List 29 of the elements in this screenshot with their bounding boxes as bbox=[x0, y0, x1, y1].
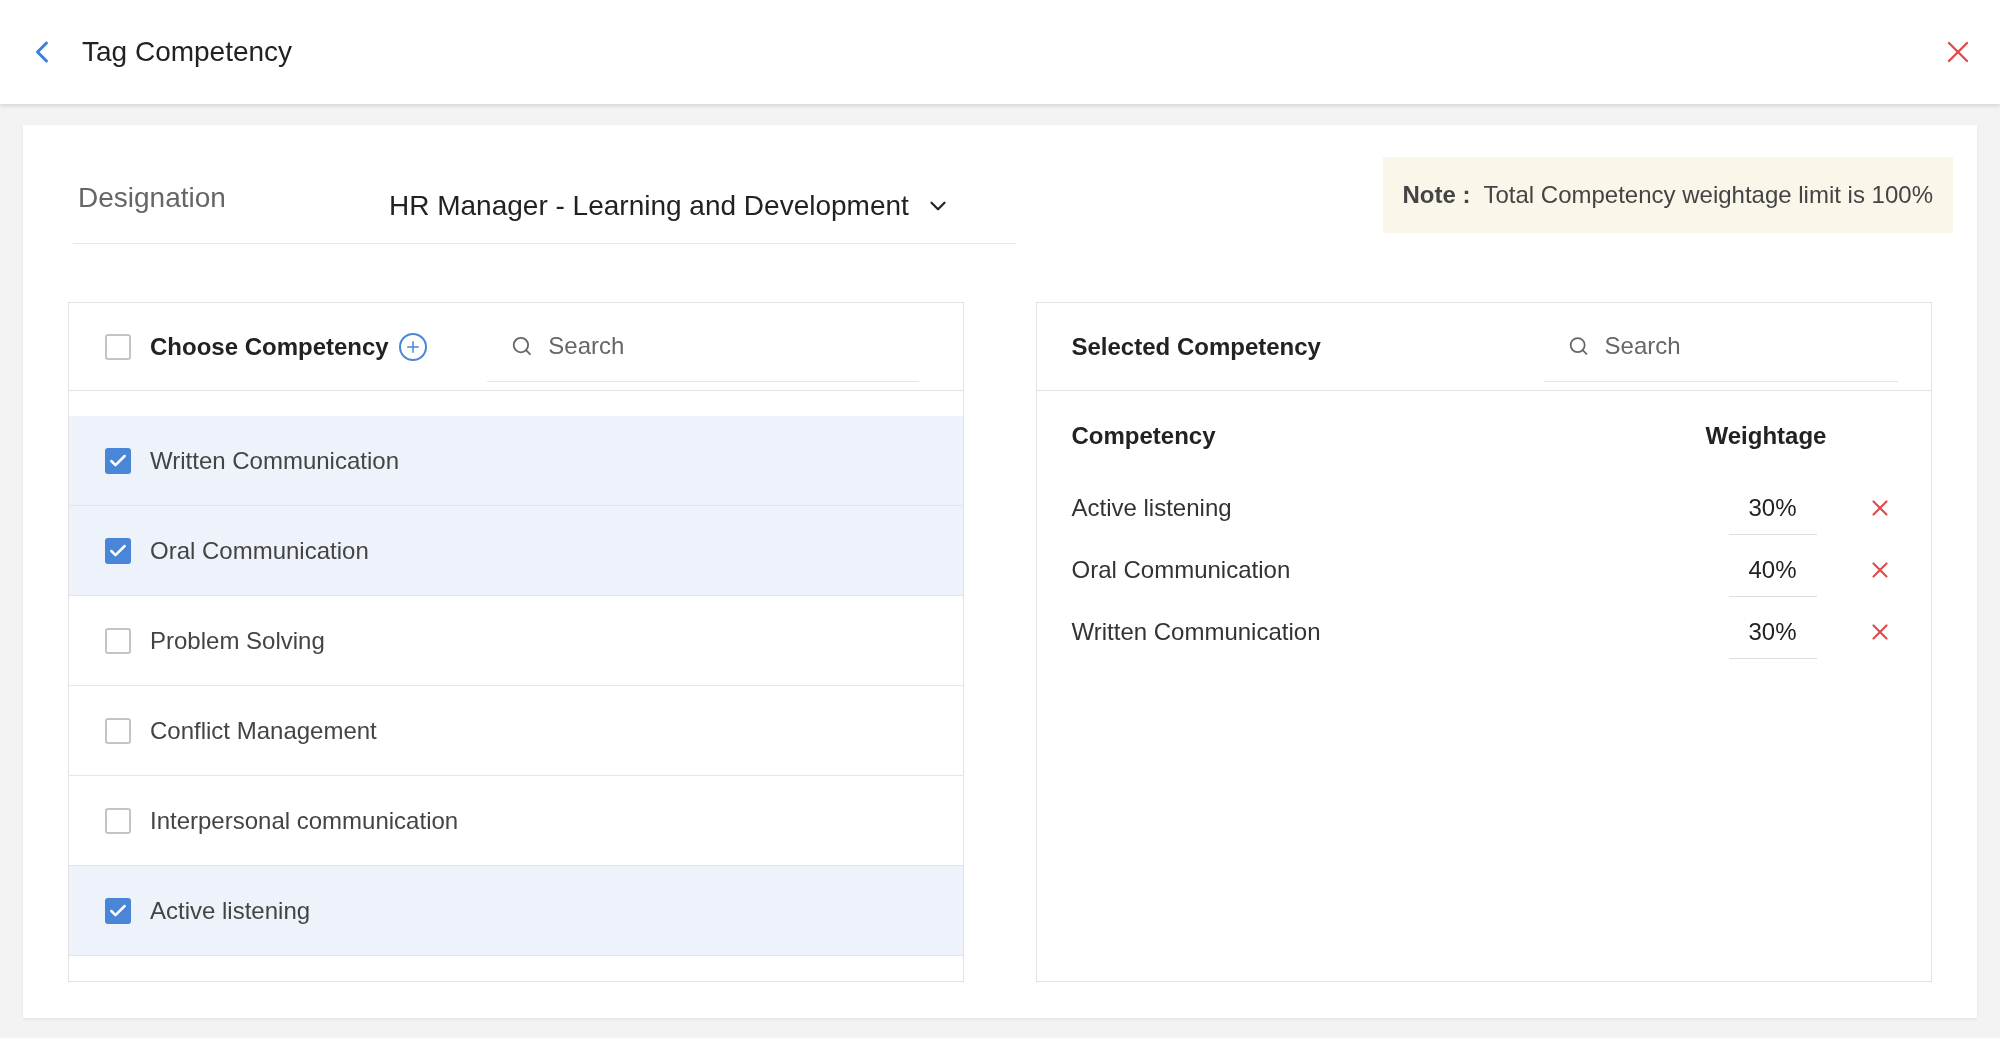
checkbox[interactable] bbox=[105, 897, 131, 924]
competency-item[interactable]: Active listening bbox=[69, 866, 963, 956]
column-header: Competency bbox=[1071, 421, 1217, 451]
competency-name: Active listening bbox=[1071, 493, 1233, 523]
panel-title: Selected Competency bbox=[1071, 331, 1322, 362]
competency-item[interactable]: Oral Communication bbox=[69, 506, 963, 596]
checkbox[interactable] bbox=[105, 537, 131, 564]
competency-name: Written Communication bbox=[1071, 617, 1322, 647]
checkbox[interactable] bbox=[105, 807, 131, 834]
search-icon bbox=[510, 334, 533, 358]
weightage-field[interactable]: 30% bbox=[1728, 605, 1817, 659]
add-icon[interactable] bbox=[398, 332, 427, 361]
designation-dropdown[interactable]: HR Manager - Learning and Development bbox=[389, 185, 951, 233]
checkbox[interactable] bbox=[105, 447, 131, 474]
checkbox[interactable] bbox=[105, 717, 131, 744]
page-title: Tag Competency bbox=[82, 35, 293, 69]
search-field[interactable]: Search bbox=[1604, 328, 1874, 364]
designation-label: Designation bbox=[78, 181, 227, 215]
checkbox[interactable] bbox=[105, 627, 131, 654]
checkbox[interactable] bbox=[105, 333, 131, 360]
note-text: Note : Total Competency weightage limit is 100% bbox=[1402, 181, 1933, 208]
competency-item[interactable]: Written Communication bbox=[69, 416, 963, 506]
panel-title: Choose Competency bbox=[150, 331, 389, 362]
column-header: Weightage bbox=[1705, 421, 1827, 451]
search-field[interactable]: Search bbox=[548, 328, 895, 364]
search-icon bbox=[1567, 334, 1589, 358]
weightage-field[interactable]: 30% bbox=[1728, 481, 1817, 535]
competency-name: Oral Communication bbox=[1071, 555, 1292, 585]
weightage-field[interactable]: 40% bbox=[1728, 543, 1817, 597]
